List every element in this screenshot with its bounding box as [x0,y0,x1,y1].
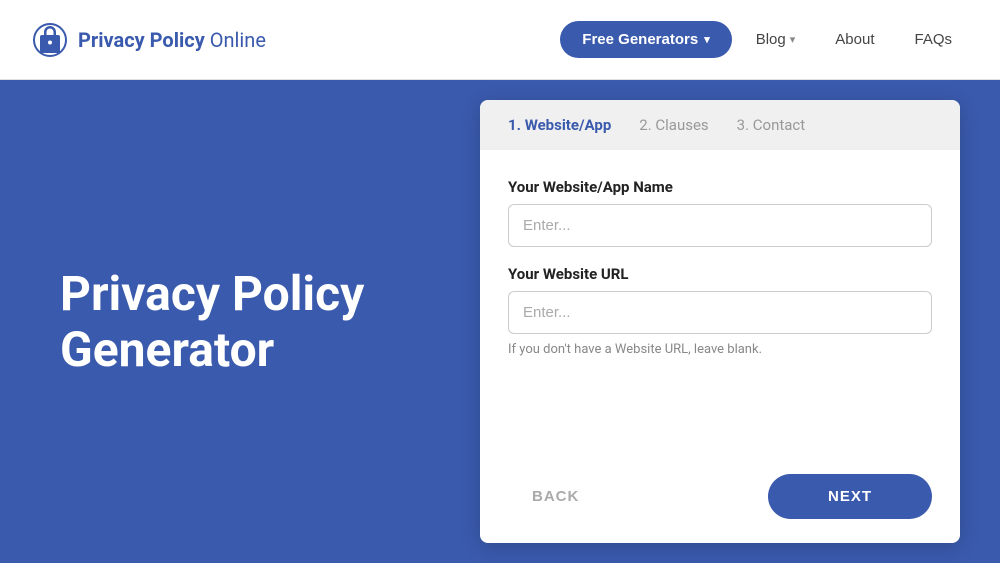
step-1: 1. Website/App [508,116,611,134]
blog-nav-link[interactable]: Blog ▾ [740,21,812,58]
generator-card: 1. Website/App 2. Clauses 3. Contact You… [480,100,960,543]
logo-icon [32,22,68,58]
main-content: Privacy Policy Generator 1. Website/App … [0,80,1000,563]
logo-area: Privacy Policy Online [32,22,560,58]
card-body: Your Website/App Name Your Website URL I… [480,150,960,458]
chevron-down-icon: ▾ [704,33,710,46]
logo-text: Privacy Policy Online [78,28,266,52]
about-nav-link[interactable]: About [819,21,890,58]
website-url-input[interactable] [508,291,932,334]
website-url-hint: If you don't have a Website URL, leave b… [508,342,932,357]
next-button[interactable]: NEXT [768,474,932,519]
app-name-input[interactable] [508,204,932,247]
free-generators-button[interactable]: Free Generators ▾ [560,21,731,58]
main-nav: Free Generators ▾ Blog ▾ About FAQs [560,21,968,58]
faqs-nav-link[interactable]: FAQs [898,21,968,58]
step-2: 2. Clauses [639,116,708,134]
steps-bar: 1. Website/App 2. Clauses 3. Contact [480,100,960,150]
chevron-down-icon: ▾ [790,33,796,46]
step-3: 3. Contact [737,116,806,134]
hero-section: Privacy Policy Generator [0,80,480,563]
header: Privacy Policy Online Free Generators ▾ … [0,0,1000,80]
app-name-field-group: Your Website/App Name [508,178,932,247]
hero-heading: Privacy Policy Generator [60,266,364,376]
website-url-field-group: Your Website URL If you don't have a Web… [508,265,932,357]
back-button[interactable]: BACK [508,476,603,517]
website-url-label: Your Website URL [508,265,932,283]
card-actions: BACK NEXT [480,458,960,543]
app-name-label: Your Website/App Name [508,178,932,196]
